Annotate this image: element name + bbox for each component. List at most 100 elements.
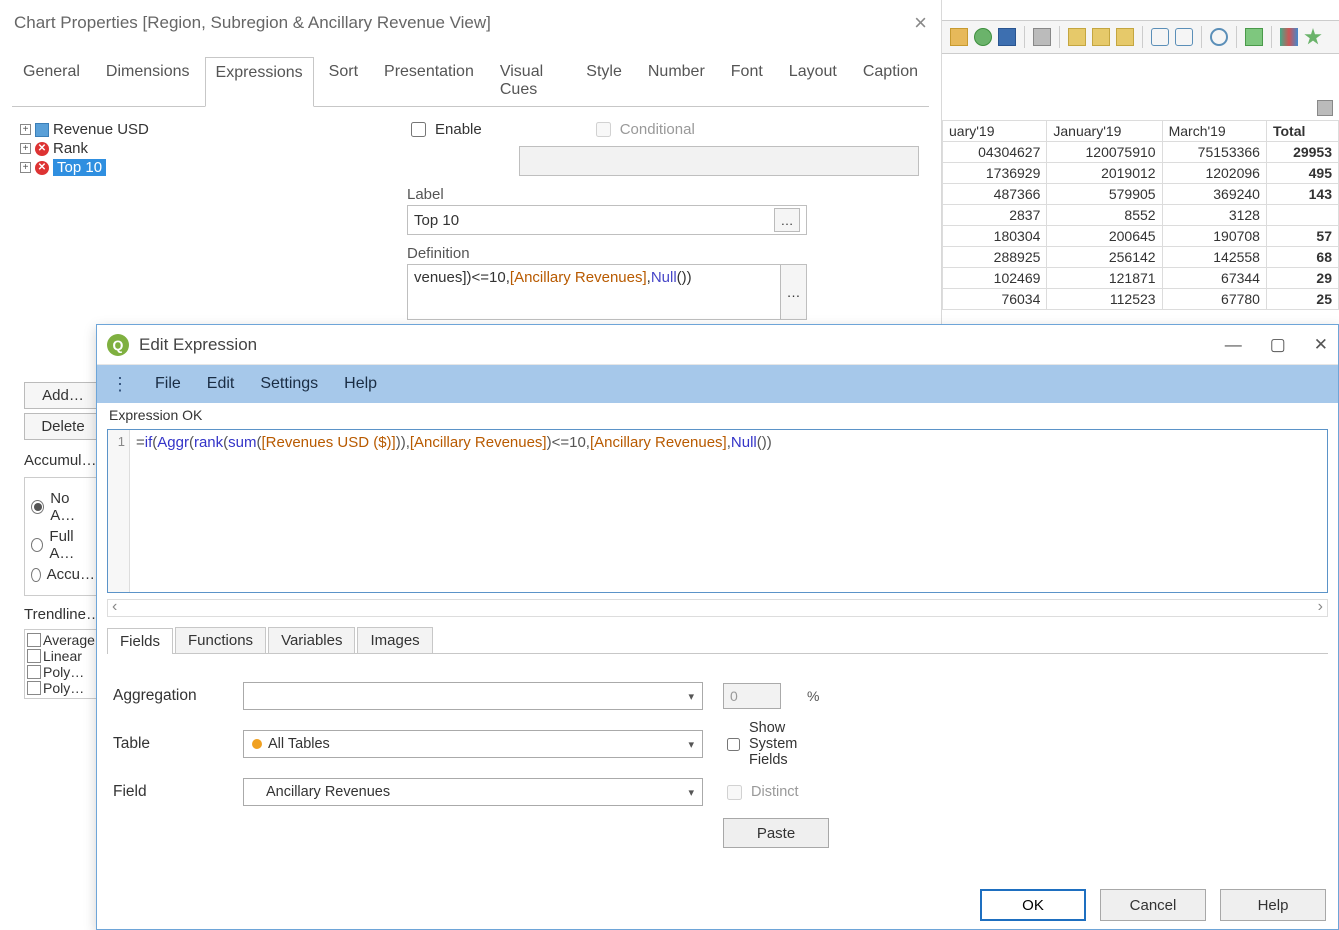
radio-full-accum[interactable]: Full A… [31, 528, 95, 562]
col-header[interactable]: uary'19 [943, 121, 1047, 142]
help-button[interactable]: Help [1220, 889, 1326, 921]
tab-number[interactable]: Number [637, 56, 716, 106]
check-icon[interactable] [1245, 28, 1263, 46]
enable-checkbox[interactable]: Enable [407, 119, 482, 140]
menu-help[interactable]: Help [344, 375, 377, 393]
editor-code[interactable]: =if(Aggr(rank(sum([Revenues USD ($)])),[… [130, 430, 1327, 592]
expand-icon[interactable]: + [20, 124, 31, 135]
tab-expressions[interactable]: Expressions [205, 57, 314, 107]
print-icon[interactable] [1033, 28, 1051, 46]
tab-general[interactable]: General [12, 56, 91, 106]
accum-group-label: Accumul… [24, 452, 102, 469]
col-header-total[interactable]: Total [1266, 121, 1338, 142]
edx-title: Edit Expression [139, 335, 257, 355]
close-icon[interactable]: × [914, 10, 927, 36]
left-column: Add… Delete Accumul… No A… Full A… Accu…… [24, 378, 102, 699]
tab-layout[interactable]: Layout [778, 56, 848, 106]
error-icon: ✕ [35, 142, 49, 156]
export-icon[interactable] [1116, 28, 1134, 46]
col-header[interactable]: January'19 [1047, 121, 1162, 142]
grip-icon[interactable]: ⋮ [111, 374, 129, 395]
tab-sort[interactable]: Sort [318, 56, 369, 106]
label-ellipsis-button[interactable]: … [774, 208, 800, 232]
maximize-icon[interactable]: ▢ [1270, 335, 1286, 355]
minimize-icon[interactable]: — [1225, 335, 1242, 355]
menu-edit[interactable]: Edit [207, 375, 235, 393]
cancel-button[interactable]: Cancel [1100, 889, 1206, 921]
expressions-tree[interactable]: + Revenue USD + ✕ Rank + ✕ Top 10 [12, 113, 382, 184]
save-icon[interactable] [998, 28, 1016, 46]
tab-presentation[interactable]: Presentation [373, 56, 485, 106]
table-row[interactable]: 487366579905369240143 [943, 184, 1339, 205]
tab-images[interactable]: Images [357, 627, 432, 653]
folder-open-icon[interactable] [950, 28, 968, 46]
redo-icon[interactable] [1175, 28, 1193, 46]
close-icon[interactable]: ✕ [1314, 335, 1328, 355]
trendlines-list[interactable]: Average Linear Poly… Poly… [24, 629, 102, 699]
label-input[interactable]: Top 10 … [407, 205, 807, 235]
table-value: All Tables [268, 736, 330, 752]
distinct-label: Distinct [751, 784, 799, 800]
expand-icon[interactable]: + [20, 143, 31, 154]
undo-icon[interactable] [1151, 28, 1169, 46]
tab-caption[interactable]: Caption [852, 56, 929, 106]
paste-button[interactable]: Paste [723, 818, 829, 848]
table-row[interactable]: 28892525614214255868 [943, 247, 1339, 268]
tab-dimensions[interactable]: Dimensions [95, 56, 201, 106]
print-report-icon[interactable] [1317, 100, 1333, 116]
radio-no-accum[interactable]: No A… [31, 490, 95, 524]
star-icon[interactable] [1304, 28, 1322, 46]
ok-button[interactable]: OK [980, 889, 1086, 921]
table-label: Table [113, 735, 223, 753]
new-sheet-icon[interactable] [1092, 28, 1110, 46]
edit-icon[interactable] [1068, 28, 1086, 46]
definition-ellipsis-button[interactable]: … [780, 265, 806, 319]
aggregation-select[interactable]: ▾ [243, 682, 703, 710]
show-system-fields-checkbox[interactable]: Show System Fields [723, 720, 833, 768]
table-row[interactable]: 173692920190121202096495 [943, 163, 1339, 184]
chartprops-tabstrip: General Dimensions Expressions Sort Pres… [0, 56, 941, 106]
table-select[interactable]: All Tables ▾ [243, 730, 703, 758]
search-icon[interactable] [1210, 28, 1228, 46]
table-icon [35, 123, 49, 137]
tree-item-label: Revenue USD [53, 121, 149, 138]
table-row[interactable]: 1024691218716734429 [943, 268, 1339, 289]
chartprops-titlebar: Chart Properties [Region, Subregion & An… [0, 0, 941, 42]
add-button[interactable]: Add… [24, 382, 102, 409]
tab-font[interactable]: Font [720, 56, 774, 106]
field-select[interactable]: Ancillary Revenues ▾ [243, 778, 703, 806]
table-row[interactable]: 043046271200759107515336629953 [943, 142, 1339, 163]
edx-titlebar[interactable]: Q Edit Expression — ▢ ✕ [97, 325, 1338, 365]
expand-icon[interactable]: + [20, 162, 31, 173]
app-logo-icon: Q [107, 334, 129, 356]
field-value: Ancillary Revenues [266, 784, 390, 800]
radio-acc-steps[interactable]: Accu… [31, 566, 95, 583]
delete-button[interactable]: Delete [24, 413, 102, 440]
table-row[interactable]: 283785523128 [943, 205, 1339, 226]
tab-fields[interactable]: Fields [107, 628, 173, 654]
col-header[interactable]: March'19 [1162, 121, 1266, 142]
conditional-checkbox: Conditional [592, 119, 695, 140]
table-row[interactable]: 18030420064519070857 [943, 226, 1339, 247]
chart-icon[interactable] [1280, 28, 1298, 46]
chartprops-title: Chart Properties [Region, Subregion & An… [14, 13, 491, 33]
tab-functions[interactable]: Functions [175, 627, 266, 653]
expression-editor[interactable]: 1 =if(Aggr(rank(sum([Revenues USD ($)]))… [107, 429, 1328, 593]
tab-visual-cues[interactable]: Visual Cues [489, 56, 571, 106]
menu-file[interactable]: File [155, 375, 181, 393]
distinct-checkbox: Distinct [723, 782, 833, 803]
background-data-table: uary'19 January'19 March'19 Total 043046… [942, 120, 1339, 310]
definition-input[interactable]: venues])<=10,[Ancillary Revenues],Null()… [407, 264, 807, 320]
table-row[interactable]: 760341125236778025 [943, 289, 1339, 310]
tree-item-label-selected: Top 10 [53, 159, 106, 176]
tab-style[interactable]: Style [575, 56, 633, 106]
menu-settings[interactable]: Settings [260, 375, 318, 393]
refresh-icon[interactable] [974, 28, 992, 46]
editor-hscrollbar[interactable] [107, 599, 1328, 617]
tab-variables[interactable]: Variables [268, 627, 355, 653]
tree-item-revenue[interactable]: + Revenue USD [20, 121, 376, 138]
fields-panel: Aggregation ▾ 0 % Table All Tables ▾ Sho… [107, 653, 1328, 858]
tree-item-rank[interactable]: + ✕ Rank [20, 140, 376, 157]
accumulation-group: No A… Full A… Accu… [24, 477, 102, 596]
tree-item-top10[interactable]: + ✕ Top 10 [20, 159, 376, 176]
